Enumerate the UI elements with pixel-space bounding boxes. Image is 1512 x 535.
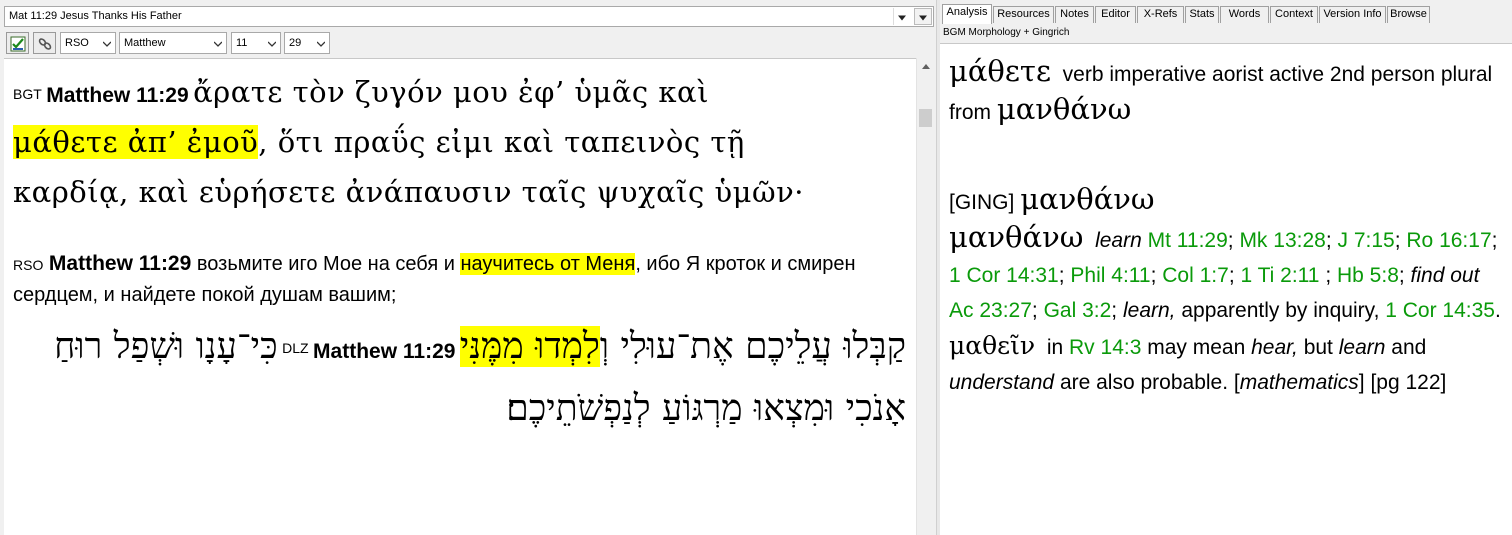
scripture-link[interactable]: 1 Cor 14:31 [949, 264, 1059, 287]
analysis-pane: Analysis Resources Notes Editor X-Refs S… [940, 0, 1512, 535]
chevron-down-icon [268, 41, 276, 47]
tab-editor[interactable]: Editor [1095, 6, 1136, 23]
version-tag[interactable]: RSO [13, 257, 43, 273]
link-button[interactable] [33, 32, 56, 54]
gloss-note: are also probable. [ [1059, 371, 1240, 394]
scroll-up-button[interactable] [917, 58, 935, 76]
verse-label: DLZ Matthew 11:29 [282, 340, 455, 363]
verse-reference[interactable]: Matthew 11:29 [46, 84, 188, 107]
analysis-body: μάθετε verb imperative aorist active 2nd… [949, 54, 1501, 394]
highlighted-phrase[interactable]: μάθετε ἀπ’ ἐμοῦ [13, 125, 259, 159]
scripture-link[interactable]: Ac 23:27 [949, 299, 1032, 322]
bible-text-pane: Mat 11:29 Jesus Thanks His Father RSO Ma… [0, 0, 936, 535]
gloss-note: may mean [1147, 336, 1246, 359]
tab-strip: Analysis Resources Notes Editor X-Refs S… [942, 4, 1512, 24]
gloss-note: and [1391, 336, 1427, 359]
chevron-down-icon [919, 15, 927, 20]
scripture-link[interactable]: Mt 11:29 [1148, 229, 1228, 252]
tab-notes[interactable]: Notes [1055, 6, 1094, 23]
display-options-button[interactable] [6, 32, 29, 54]
lemma[interactable]: μανθάνω [997, 92, 1131, 126]
tab-browse[interactable]: Browse [1387, 6, 1430, 23]
toolbar: RSO Matthew 11 29 [4, 32, 934, 56]
chevron-down-icon [898, 15, 906, 20]
highlighted-phrase[interactable]: научитесь от Меня [460, 253, 636, 275]
gloss: hear, [1251, 336, 1298, 359]
verse-text[interactable]: καρδίᾳ, καὶ εὑρήσετε ἀνάπαυσιν ταῖς ψυχα… [13, 175, 804, 209]
reference-combo[interactable]: Mat 11:29 Jesus Thanks His Father [4, 6, 934, 27]
gloss: understand [949, 371, 1055, 394]
reference-title: Mat 11:29 Jesus Thanks His Father [9, 10, 182, 22]
analyzed-word[interactable]: μάθετε [949, 54, 1051, 88]
verse-select-value: 29 [289, 37, 302, 49]
scripture-link[interactable]: 1 Ti 2:11 [1240, 264, 1319, 287]
scripture-link[interactable]: Mk 13:28 [1239, 229, 1325, 252]
book-select-value: Matthew [124, 37, 166, 49]
tab-resources[interactable]: Resources [993, 6, 1054, 23]
analysis-view[interactable]: μάθετε verb imperative aorist active 2nd… [940, 43, 1512, 535]
verse-reference[interactable]: Matthew 11:29 [49, 252, 191, 275]
tab-words[interactable]: Words [1220, 6, 1269, 23]
scripture-link[interactable]: Phil 4:11 [1070, 264, 1150, 287]
version-select[interactable]: RSO [60, 32, 116, 54]
lexicon-headword[interactable]: μανθάνω [1020, 182, 1154, 216]
chevron-down-icon [103, 41, 111, 47]
analysis-source: BGM Morphology + Gingrich [943, 27, 1070, 38]
highlighted-phrase[interactable]: לִמְדוּ מִמֶּנִּי [459, 326, 600, 367]
lexicon-tag: [GING] [949, 191, 1015, 214]
tab-x-refs[interactable]: X-Refs [1137, 6, 1184, 23]
verse-text[interactable]: возьмите иго Мое на себя и [197, 253, 455, 275]
scripture-link[interactable]: Col 1:7 [1162, 264, 1229, 287]
scripture-link[interactable]: J 7:15 [1338, 229, 1395, 252]
arrow-up-icon [922, 64, 930, 69]
checklist-icon [10, 36, 26, 52]
reference-menu-button[interactable] [914, 8, 932, 25]
gloss: find out [1410, 264, 1480, 287]
chevron-down-icon [317, 41, 325, 47]
gloss-note: apparently by inquiry, [1181, 299, 1380, 322]
gloss: mathematics [1239, 371, 1359, 394]
chapter-select-value: 11 [236, 37, 248, 49]
verse-rso: RSO Matthew 11:29 возьмите иго Мое на се… [13, 248, 893, 311]
gloss: learn [1338, 336, 1386, 359]
page-ref: ] [pg 122] [1358, 371, 1447, 394]
gloss: learn, [1122, 299, 1176, 322]
verse-bgt: BGT Matthew 11:29 ἄρατε τὸν ζυγόν μου ἐφ… [13, 70, 893, 220]
tab-analysis[interactable]: Analysis [942, 4, 992, 24]
verse-dlz: קַבְּלוּ עֲלֵיכֶם אֶת־עוּלִי וְלִמְדוּ מ… [6, 319, 906, 443]
chevron-down-icon [214, 41, 222, 47]
scripture-link[interactable]: 1 Cor 14:35 [1385, 299, 1495, 322]
chapter-select[interactable]: 11 [231, 32, 281, 54]
scroll-thumb[interactable] [919, 109, 932, 127]
version-tag[interactable]: BGT [13, 86, 42, 102]
verse-select[interactable]: 29 [284, 32, 330, 54]
verse-view[interactable]: BGT Matthew 11:29 ἄρατε τὸν ζυγόν μου ἐφ… [4, 58, 916, 535]
scripture-link[interactable]: Hb 5:8 [1337, 264, 1399, 287]
chain-link-icon [38, 38, 52, 50]
book-select[interactable]: Matthew [119, 32, 227, 54]
scripture-link[interactable]: Rv 14:3 [1069, 336, 1141, 359]
reference-dropdown-button[interactable] [893, 8, 910, 25]
scripture-link[interactable]: Gal 3:2 [1044, 299, 1112, 322]
tab-context[interactable]: Context [1270, 6, 1318, 23]
version-select-value: RSO [65, 37, 89, 49]
scripture-link[interactable]: Ro 16:17 [1406, 229, 1491, 252]
verse-text[interactable]: , ὅτι πραΰς εἰμι καὶ ταπεινὸς τῇ [258, 125, 745, 159]
entry-word[interactable]: μανθάνω [949, 220, 1083, 254]
verse-reference[interactable]: Matthew 11:29 [313, 340, 455, 363]
gloss-note: but [1303, 336, 1333, 359]
inflected-form[interactable]: μαθεῖν [949, 331, 1035, 360]
gloss: learn [1095, 229, 1142, 252]
verse-text[interactable]: ἄρατε τὸν ζυγόν μου ἐφ’ ὑμᾶς καὶ [193, 75, 709, 109]
verse-text[interactable]: קַבְּלוּ עֲלֵיכֶם אֶת־עוּלִי וְ [600, 326, 906, 367]
gloss-note: in [1046, 336, 1064, 359]
tab-version-info[interactable]: Version Info [1319, 6, 1386, 23]
version-tag[interactable]: DLZ [282, 340, 308, 356]
tab-stats[interactable]: Stats [1185, 6, 1219, 23]
vertical-scrollbar[interactable] [916, 58, 934, 535]
